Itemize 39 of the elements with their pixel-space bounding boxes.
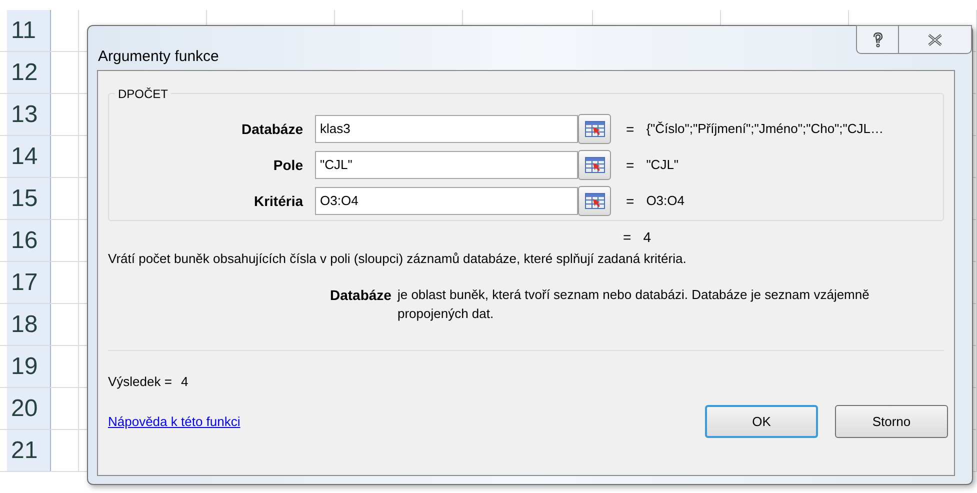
argument-field[interactable]: klas3 [315,115,578,143]
dialog-button[interactable]: Storno [835,405,948,438]
argument-result: "CJL" [646,156,679,174]
formula-result: 4 [643,228,651,246]
argument-field[interactable]: O3:O4 [315,187,578,215]
argument-label: Kritéria [252,192,303,210]
dialog-title: Argumenty funkce [98,47,219,67]
argument-result: {"Číslo";"Příjmení";"Jméno";"Cho";"CJL… [646,120,884,138]
argument-field[interactable]: "CJL" [315,151,578,179]
close-icon [928,34,942,46]
row-header: 21 [7,430,52,471]
help-link[interactable]: Nápověda k této funkci [108,412,240,432]
row-header: 20 [7,388,52,429]
argument-label: Pole [272,156,303,174]
equals-sign: = [626,156,634,174]
argument-result: O3:O4 [646,192,684,210]
row-header: 18 [7,304,52,345]
row-header: 14 [7,136,52,177]
row-header: 11 [7,10,52,51]
row-header: 13 [7,94,52,135]
row-header: 16 [7,220,52,261]
function-description: Vrátí počet buněk obsahujících čísla v poli (sloupci) záznamů databáze, které splňují zadaná kritéria. [108,250,688,268]
range-picker-button[interactable] [578,114,611,144]
row-header: 17 [7,262,52,303]
row-header: 15 [7,178,52,219]
dialog-button[interactable]: OK [705,405,818,438]
argument-description: je oblast buněk, která tvoří seznam nebo databázi. Databáze je seznam vzájemně propojených dat. [397,286,870,322]
result-value: 4 [180,372,188,390]
range-picker-button[interactable] [578,186,611,216]
result-label: Výsledek = [108,372,172,391]
equals-sign: = [626,120,634,138]
equals-sign: = [623,228,632,246]
argument-name: Databáze [330,286,392,304]
range-picker-button[interactable] [578,150,611,180]
argument-label: Databáze [240,120,303,138]
equals-sign: = [626,192,634,210]
row-header: 19 [7,346,52,387]
help-icon [872,32,884,48]
row-header: 12 [7,52,52,93]
